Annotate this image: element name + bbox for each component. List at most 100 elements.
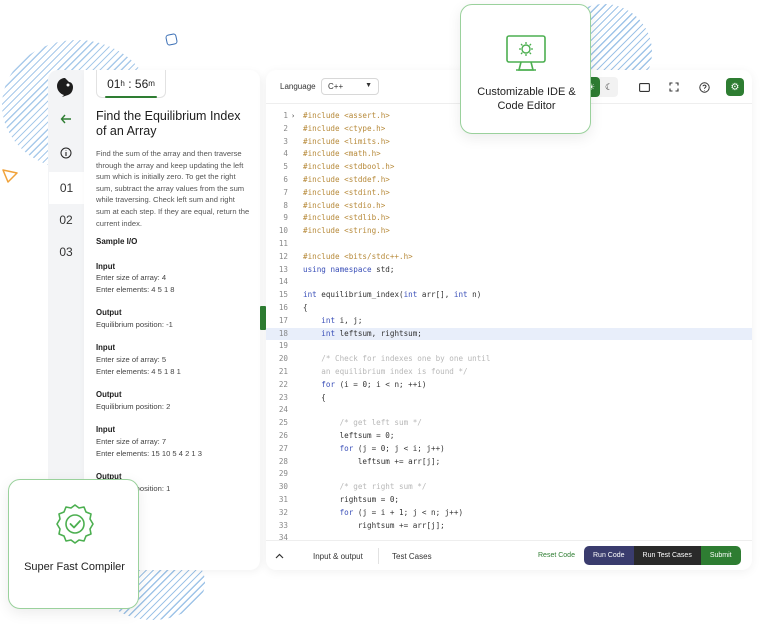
code-text: #include <stdint.h> — [303, 187, 390, 197]
line-number: 31 — [278, 495, 288, 504]
code-line[interactable]: 6 #include <stddef.h> — [266, 174, 752, 187]
line-number: 16 — [278, 303, 288, 312]
help-icon[interactable] — [694, 77, 714, 97]
line-number: 33 — [278, 520, 288, 530]
sample-line: Enter size of array: 7 — [96, 437, 167, 446]
line-number: 30 — [278, 482, 288, 492]
code-area[interactable]: 1 › #include <assert.h> 2 #include <ctype.h>… — [266, 110, 752, 542]
code-line[interactable]: 23 { — [266, 392, 752, 405]
code-editor-panel: Language C++ ▼ ☀ ☾ ⚙ 1›#include <assert.… — [266, 70, 752, 570]
code-line[interactable]: 25 /* get left sum */ — [266, 417, 752, 430]
tab-input-output[interactable]: Input & output — [313, 552, 363, 561]
line-number: 28 — [278, 456, 288, 466]
code-line[interactable]: 18 int leftsum, rightsum; — [266, 327, 752, 341]
line-number: 14 — [278, 277, 288, 287]
code-line[interactable]: 5 #include <stdbool.h> — [266, 161, 752, 174]
question-tab-01[interactable]: 01 — [49, 172, 84, 204]
decorative-square — [164, 32, 179, 47]
language-select[interactable]: C++ ▼ — [321, 78, 379, 95]
code-line[interactable]: 26 leftsum = 0; — [266, 430, 752, 443]
code-line[interactable]: 28 leftsum += arr[j]; — [266, 456, 752, 469]
code-line[interactable]: 7 #include <stdint.h> — [266, 187, 752, 200]
code-line[interactable]: 12 #include <bits/stdc++.h> — [266, 251, 752, 264]
settings-gear-icon[interactable]: ⚙ — [726, 78, 744, 96]
code-line[interactable]: 15 int equilibrium_index(int arr[], int n… — [266, 289, 752, 302]
timer-separator: : — [124, 76, 135, 91]
fullscreen-icon[interactable] — [664, 77, 684, 97]
code-line[interactable]: 33 rightsum += arr[j]; — [266, 520, 752, 533]
back-arrow-icon[interactable] — [48, 105, 84, 133]
timer-hours: 01 — [107, 76, 121, 91]
code-line[interactable]: 27 for (j = 0; j < i; j++) — [266, 443, 752, 456]
line-number: 10 — [278, 226, 288, 236]
code-line[interactable]: 19 — [266, 340, 752, 353]
code-text: int leftsum, rightsum; — [321, 328, 422, 338]
line-number: 2 — [283, 123, 288, 133]
code-line[interactable]: 16 { — [266, 302, 752, 315]
line-number: 9 — [283, 213, 288, 223]
line-number: 22 — [278, 379, 288, 389]
code-line[interactable]: 3 #include <limits.h> — [266, 136, 752, 149]
moon-icon[interactable]: ☾ — [600, 77, 618, 97]
code-line[interactable]: 4 #include <math.h> — [266, 148, 752, 161]
code-line[interactable]: 20 /* Check for indexes one by one until — [266, 353, 752, 366]
line-number: 19 — [278, 341, 288, 351]
code-line[interactable]: 10 #include <string.h> — [266, 225, 752, 238]
code-line[interactable]: 31 rightsum = 0; — [266, 494, 752, 507]
info-icon[interactable] — [48, 139, 84, 167]
code-line[interactable]: 30 /* get right sum */ — [266, 481, 752, 494]
submit-button[interactable]: Submit — [700, 546, 741, 565]
sample-line: Equilibrium position: 2 — [96, 402, 171, 411]
code-text: #include <limits.h> — [303, 136, 390, 146]
code-text: /* get right sum */ — [303, 482, 427, 492]
question-tab-03[interactable]: 03 — [48, 238, 84, 266]
run-test-cases-button[interactable]: Run Test Cases — [633, 546, 701, 565]
problem-title: Find the Equilibrium Index of an Array — [96, 109, 241, 138]
layout-icon[interactable] — [634, 77, 654, 97]
sample-label: Output — [96, 390, 122, 399]
line-number: 24 — [278, 405, 288, 415]
code-line[interactable]: 22 for (i = 0; i < n; ++i) — [266, 379, 752, 392]
code-line[interactable]: 32 for (j = i + 1; j < n; j++) — [266, 507, 752, 520]
code-line[interactable]: 21 an equilibrium index is found */ — [266, 366, 752, 379]
code-text: for (j = 0; j < i; j++) — [339, 443, 445, 453]
sample-label: Input — [96, 262, 116, 271]
line-number: 11 — [278, 239, 288, 248]
code-text: an equilibrium index is found */ — [303, 367, 468, 376]
decorative-triangle — [2, 169, 18, 183]
line-number: 6 — [283, 175, 288, 184]
line-number: 8 — [283, 200, 288, 210]
run-code-button[interactable]: Run Code — [584, 546, 634, 565]
code-text: { — [303, 303, 308, 312]
chevron-down-icon: ▼ — [365, 82, 372, 89]
countdown-timer: 01 h : 56 m — [96, 70, 166, 98]
code-line[interactable]: 29 — [266, 468, 752, 481]
sample-io-heading: Sample I/O — [96, 237, 138, 246]
line-number: 1 — [283, 111, 288, 120]
question-tab-02[interactable]: 02 — [48, 206, 84, 234]
reset-code-button[interactable]: Reset Code — [538, 552, 575, 559]
sample-line: Enter elements: 15 10 5 4 2 1 3 — [96, 449, 202, 458]
code-text: rightsum = 0; — [303, 495, 400, 504]
code-text: int i, j; — [321, 315, 363, 325]
code-line[interactable]: 9 #include <stdlib.h> — [266, 212, 752, 225]
fold-arrow-icon[interactable]: › — [291, 110, 295, 123]
code-line[interactable]: 11 — [266, 238, 752, 251]
line-number: 21 — [278, 367, 288, 376]
code-line[interactable]: 17 int i, j; — [266, 315, 752, 328]
sample-label: Input — [96, 425, 116, 434]
monitor-settings-icon — [506, 35, 546, 71]
chevron-up-icon[interactable] — [270, 547, 288, 565]
code-line[interactable]: 14 — [266, 276, 752, 289]
code-text: #include <stdlib.h> — [303, 213, 390, 223]
line-number: 7 — [283, 187, 288, 197]
line-number: 32 — [278, 507, 288, 517]
code-text: for (i = 0; i < n; ++i) — [321, 379, 427, 389]
code-line[interactable]: 24 — [266, 404, 752, 417]
sample-label: Input — [96, 343, 116, 352]
code-line[interactable]: 13 using namespace std; — [266, 264, 752, 277]
code-text: #include <assert.h> — [303, 111, 390, 120]
code-line[interactable]: 8 #include <stdio.h> — [266, 200, 752, 213]
tab-test-cases[interactable]: Test Cases — [392, 552, 432, 561]
code-text: #include <stdio.h> — [303, 200, 386, 210]
